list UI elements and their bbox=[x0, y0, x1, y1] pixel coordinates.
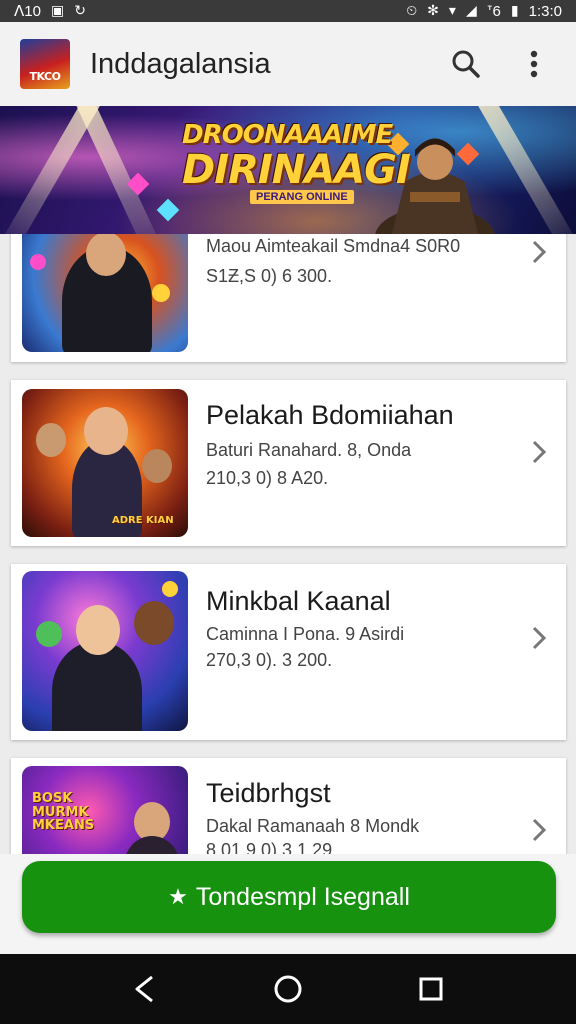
cta-container: ★ Tondesmpl Isegnall bbox=[0, 854, 576, 954]
more-vert-icon bbox=[530, 50, 538, 78]
hero-character-image bbox=[375, 138, 495, 234]
game-thumbnail: ADRE KIAN bbox=[22, 389, 188, 537]
character-head bbox=[84, 407, 128, 455]
gem-icon bbox=[30, 254, 46, 270]
status-bar: ᐱ10 ▣ ↻ ⏲ ✻ ▾ ◢ ᐪ6 ▮ 1:3:0 bbox=[0, 0, 576, 22]
creature-head bbox=[134, 601, 174, 645]
card-line-2: 8 01 9 0) 3 1 29 bbox=[206, 840, 333, 854]
wifi-icon: ▾ bbox=[448, 3, 456, 19]
app-logo[interactable]: TKCO bbox=[20, 39, 70, 89]
thumbnail-label: BOSK MURMK MKEANS bbox=[32, 791, 95, 834]
status-left: ᐱ10 ▣ ↻ bbox=[14, 2, 86, 20]
game-thumbnail bbox=[22, 571, 188, 731]
system-nav-bar bbox=[0, 954, 576, 1024]
card-line-2: 270,3 0). 3 200. bbox=[206, 650, 333, 670]
list-item[interactable]: BOSK MURMK MKEANS Teidbrhgst Dakal Raman… bbox=[11, 758, 566, 854]
card-title: Pelakah Bdomiiahan bbox=[206, 400, 454, 430]
card-line-1: Caminna I Pona. 9 Asirdi bbox=[206, 624, 405, 644]
gem-icon bbox=[156, 198, 180, 222]
character-head bbox=[36, 423, 66, 457]
character-head bbox=[76, 605, 120, 655]
app-title: Inddagalansia bbox=[90, 47, 271, 80]
list-item[interactable]: ADRE KIAN Pelakah Bdomiiahan Baturi Rana… bbox=[11, 380, 566, 546]
game-thumbnail: BOSK MURMK MKEANS bbox=[22, 766, 188, 854]
back-icon bbox=[135, 975, 154, 1003]
primary-cta-button[interactable]: ★ Tondesmpl Isegnall bbox=[22, 861, 556, 933]
list-item[interactable]: Minkbal Kaanal Caminna I Pona. 9 Asirdi … bbox=[11, 564, 566, 740]
list-item[interactable]: Maou Aimteakail Smdna4 S0R0 S1Ƶ,S 0) 6 3… bbox=[11, 234, 566, 362]
app-bar: TKCO Inddagalansia bbox=[0, 22, 576, 106]
light-beam bbox=[72, 106, 166, 234]
sync-icon: ↻ bbox=[74, 3, 86, 19]
search-button[interactable] bbox=[444, 42, 488, 86]
chevron-right-icon bbox=[532, 818, 547, 842]
card-title: Minkbal Kaanal bbox=[206, 586, 391, 616]
nav-home-button[interactable] bbox=[264, 965, 312, 1013]
card-title: Teidbrhgst bbox=[206, 778, 331, 808]
notification-icon: ▣ bbox=[50, 3, 65, 19]
creature-head bbox=[36, 621, 62, 647]
card-line-1: Dakal Ramanaah 8 Mondk bbox=[206, 816, 420, 836]
signal-icon: ◢ bbox=[465, 3, 477, 19]
status-left-text: ᐱ10 bbox=[14, 3, 41, 20]
battery-icon: ▮ bbox=[510, 3, 519, 19]
thumbnail-label: ADRE KIAN bbox=[112, 515, 174, 526]
nav-back-button[interactable] bbox=[121, 965, 169, 1013]
promo-banner[interactable]: DROONAAAIME DIRINAAGI PERANG ONLINE bbox=[0, 106, 576, 234]
game-thumbnail bbox=[22, 234, 188, 352]
cta-label: Tondesmpl Isegnall bbox=[195, 882, 410, 911]
status-right: ⏲ ✻ ▾ ◢ ᐪ6 ▮ 1:3:0 bbox=[406, 2, 562, 21]
bluetooth-icon: ✻ bbox=[427, 3, 439, 19]
character-figure bbox=[124, 836, 180, 854]
recents-icon bbox=[419, 977, 443, 1001]
coin-icon bbox=[152, 284, 170, 302]
banner-subtitle: PERANG ONLINE bbox=[250, 190, 354, 204]
coin-icon bbox=[162, 581, 178, 597]
character-head bbox=[86, 234, 126, 276]
app-logo-text: TKCO bbox=[29, 70, 61, 83]
chevron-right-icon bbox=[532, 240, 547, 264]
home-icon bbox=[274, 975, 302, 1003]
game-list: Maou Aimteakail Smdna4 S0R0 S1Ƶ,S 0) 6 3… bbox=[0, 234, 576, 854]
character-head bbox=[142, 449, 172, 483]
star-icon: ★ bbox=[168, 884, 188, 910]
card-line-2: 210,3 0) 8 A20. bbox=[206, 468, 329, 488]
card-line-1: Maou Aimteakail Smdna4 S0R0 bbox=[206, 236, 461, 256]
app-screen: ᐱ10 ▣ ↻ ⏲ ✻ ▾ ◢ ᐪ6 ▮ 1:3:0 TKCO Inddagal… bbox=[0, 0, 576, 1024]
card-line-2: S1Ƶ,S 0) 6 300. bbox=[206, 266, 333, 286]
battery-label: ᐪ6 bbox=[486, 3, 501, 20]
status-time: 1:3:0 bbox=[528, 2, 562, 20]
chevron-right-icon bbox=[532, 626, 547, 650]
search-icon bbox=[452, 50, 480, 78]
chevron-right-icon bbox=[532, 440, 547, 464]
more-options-button[interactable] bbox=[512, 42, 556, 86]
nav-recents-button[interactable] bbox=[407, 965, 455, 1013]
alarm-icon: ⏲ bbox=[406, 3, 418, 19]
card-line-1: Baturi Ranahard. 8, Onda bbox=[206, 440, 412, 460]
